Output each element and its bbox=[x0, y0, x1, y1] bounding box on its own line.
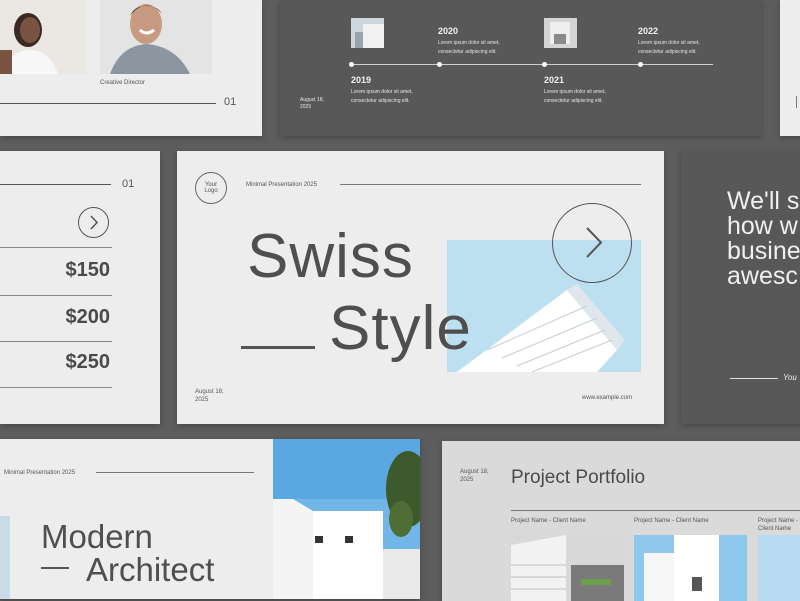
portfolio-photo-3 bbox=[758, 535, 800, 601]
quote-caption: You bbox=[783, 373, 797, 382]
portfolio-label-3: Project Name - Client Name bbox=[758, 518, 799, 532]
pricing-line-4 bbox=[0, 387, 112, 388]
timeline-dot-2 bbox=[437, 62, 442, 67]
team-photo-man bbox=[100, 0, 212, 74]
timeline-text-2021: Lorem ipsum dolor sit amet, consectetur … bbox=[544, 89, 606, 104]
chevron-right-icon bbox=[586, 227, 603, 258]
page-number: 01 bbox=[224, 96, 237, 108]
main-subtitle: Minimal Presentation 2025 bbox=[246, 182, 318, 188]
pricing-page-number: 01 bbox=[122, 178, 135, 190]
pricing-line-2 bbox=[0, 295, 112, 296]
timeline-dot-4 bbox=[638, 62, 643, 67]
timeline-year-2019: 2019 bbox=[351, 75, 372, 85]
architect-top-line bbox=[96, 472, 254, 473]
slide-architect[interactable]: Minimal Presentation 2025 Modern Archite… bbox=[0, 439, 420, 599]
timeline-year-2020: 2020 bbox=[438, 26, 459, 36]
slide-portfolio[interactable]: August 18, 2025 Project Portfolio Projec… bbox=[442, 441, 800, 601]
price-3: $250 bbox=[65, 351, 111, 373]
timeline-text-2019: Lorem ipsum dolor sit amet, consectetur … bbox=[351, 89, 413, 104]
quote-line bbox=[730, 378, 778, 379]
portfolio-date: August 18, 2025 bbox=[460, 469, 489, 483]
pricing-next-button[interactable] bbox=[78, 207, 109, 238]
pricing-top-line bbox=[0, 184, 111, 185]
main-top-line bbox=[340, 184, 641, 185]
slide-pricing[interactable]: 01 $150 $200 $250 bbox=[0, 151, 160, 424]
slide-main[interactable]: Your Logo Minimal Presentation 2025 Swis… bbox=[177, 151, 664, 424]
price-1: $150 bbox=[65, 259, 111, 281]
pricing-line-1 bbox=[0, 247, 112, 248]
team-caption: Creative Director bbox=[100, 80, 146, 86]
sliver-line bbox=[796, 96, 797, 108]
main-next-button[interactable] bbox=[552, 203, 632, 283]
timeline-year-2022: 2022 bbox=[638, 26, 659, 36]
timeline-axis bbox=[351, 64, 713, 65]
portfolio-label-2: Project Name - Client Name bbox=[634, 518, 709, 524]
timeline-text-2022: Lorem ipsum dolor sit amet, consectetur … bbox=[638, 40, 700, 55]
architect-title-line2: Architect bbox=[86, 551, 215, 588]
slide-timeline[interactable]: 2020 Lorem ipsum dolor sit amet, consect… bbox=[280, 0, 761, 136]
portfolio-label-1: Project Name - Client Name bbox=[511, 518, 586, 524]
price-2: $200 bbox=[65, 306, 111, 328]
architect-left-photo bbox=[0, 516, 10, 599]
slide-team[interactable]: Creative Director 01 bbox=[0, 0, 262, 136]
divider-line bbox=[0, 103, 216, 104]
title-dash bbox=[241, 346, 315, 349]
timeline-dot-3 bbox=[542, 62, 547, 67]
timeline-dot-1 bbox=[349, 62, 354, 67]
portfolio-photo-2 bbox=[634, 535, 747, 601]
main-website[interactable]: www.example.com bbox=[582, 394, 632, 402]
timeline-date: August 18, 2025 bbox=[300, 97, 324, 110]
main-date: August 18, 2025 bbox=[195, 389, 224, 403]
portfolio-title: Project Portfolio bbox=[511, 467, 646, 488]
architect-house-photo bbox=[273, 439, 420, 599]
slide-sliver-top[interactable] bbox=[780, 0, 800, 136]
main-title-line1: Swiss bbox=[247, 222, 414, 291]
architect-dash bbox=[41, 567, 69, 569]
portfolio-photo-1 bbox=[511, 535, 624, 601]
timeline-thumb-2 bbox=[544, 18, 577, 48]
pricing-line-3 bbox=[0, 341, 112, 342]
timeline-thumb-1 bbox=[351, 18, 384, 48]
main-title-line2: Style bbox=[329, 294, 472, 363]
slide-quote[interactable]: We'll s how w busine awesc You bbox=[681, 151, 800, 424]
quote-text: We'll s how w busine awesc bbox=[727, 187, 800, 290]
logo-text: Your Logo bbox=[204, 182, 218, 194]
logo-badge: Your Logo bbox=[195, 172, 227, 204]
portfolio-line bbox=[511, 510, 800, 511]
chevron-right-icon bbox=[90, 215, 99, 230]
team-photo-woman bbox=[0, 0, 86, 74]
timeline-text-2020: Lorem ipsum dolor sit amet, consectetur … bbox=[438, 40, 500, 55]
timeline-year-2021: 2021 bbox=[544, 75, 565, 85]
architect-subtitle: Minimal Presentation 2025 bbox=[4, 470, 76, 476]
